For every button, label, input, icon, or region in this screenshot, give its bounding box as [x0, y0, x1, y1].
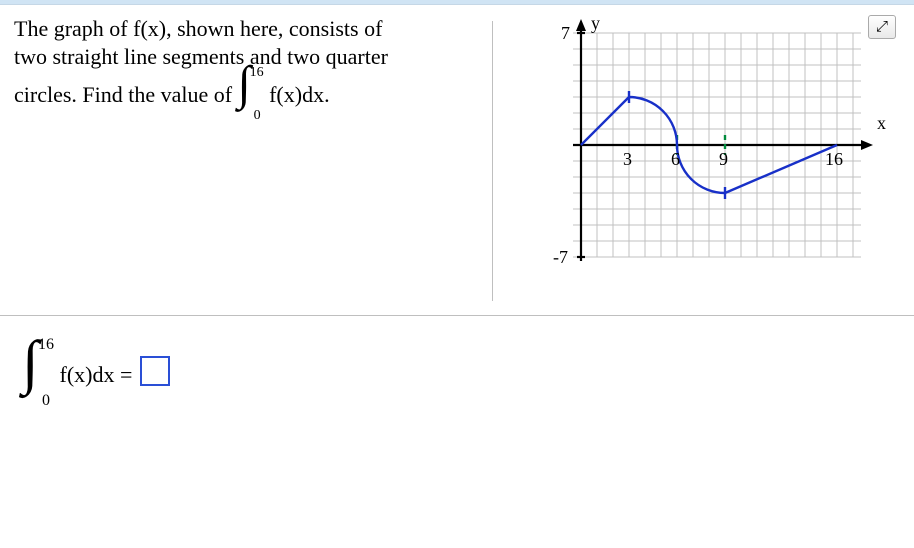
x-tick-3: 3: [623, 149, 632, 169]
answer-row: ∫ 16 0 f(x)dx =: [0, 316, 914, 404]
expand-icon: ⤢: [876, 18, 888, 36]
answer-upper-bound: 16: [38, 336, 54, 354]
answer-lower-bound: 0: [42, 392, 50, 410]
answer-input[interactable]: [140, 356, 170, 386]
y-tick-neg7: -7: [553, 247, 568, 267]
answer-integral: ∫ 16 0: [22, 344, 54, 404]
integral-lower-bound: 0: [254, 107, 261, 125]
integral-upper-bound: 16: [250, 64, 264, 82]
graph-svg: y x 7 -7 3 6 9 16: [511, 15, 891, 275]
problem-line-3: circles. Find the value of ∫ 16 0 f(x)dx…: [14, 72, 484, 118]
problem-line-1: The graph of f(x), shown here, consists …: [14, 15, 484, 43]
y-axis-arrow: [576, 19, 586, 31]
upper-panel: The graph of f(x), shown here, consists …: [0, 5, 914, 316]
graph-plot: y x 7 -7 3 6 9 16: [553, 15, 886, 267]
problem-line-3a: circles. Find the value of: [14, 82, 232, 107]
x-tick-16: 16: [825, 149, 843, 169]
y-tick-7: 7: [561, 23, 570, 43]
x-tick-9: 9: [719, 149, 728, 169]
x-axis-label: x: [877, 113, 886, 133]
problem-text: The graph of f(x), shown here, consists …: [0, 5, 492, 315]
x-tick-6: 6: [671, 149, 680, 169]
graph-panel: ⤢: [493, 5, 914, 315]
expand-button[interactable]: ⤢: [868, 15, 896, 39]
equals-sign: =: [120, 362, 138, 387]
answer-integrand: f(x)dx: [60, 362, 115, 387]
integral-glyph-icon: ∫: [22, 332, 38, 392]
y-axis-label: y: [591, 15, 600, 33]
x-axis-arrow: [861, 140, 873, 150]
integrand: f(x)dx.: [269, 82, 329, 107]
page: The graph of f(x), shown here, consists …: [0, 0, 914, 548]
integral-symbol: ∫ 16 0: [238, 72, 264, 118]
